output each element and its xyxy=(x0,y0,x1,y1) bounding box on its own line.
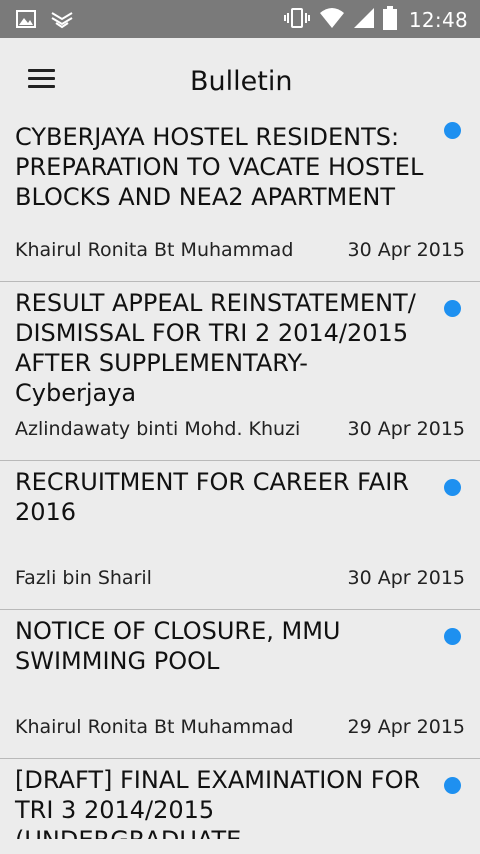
unread-dot xyxy=(444,628,461,645)
unread-dot xyxy=(444,777,461,794)
signal-icon xyxy=(353,7,375,33)
status-bar: 12:48 xyxy=(0,0,480,38)
image-icon xyxy=(16,9,36,33)
cast-icon xyxy=(50,9,74,33)
bulletin-date: 30 Apr 2015 xyxy=(347,239,465,261)
app-bar: Bulletin xyxy=(0,38,480,124)
bulletin-list: CYBERJAYA HOSTEL RESIDENTS: PREPARATION … xyxy=(0,116,480,839)
battery-icon xyxy=(382,6,397,34)
bulletin-author: Khairul Ronita Bt Muhammad xyxy=(15,239,294,261)
unread-dot xyxy=(444,122,461,139)
bulletin-title: [DRAFT] FINAL EXAMINATION FOR TRI 3 2014… xyxy=(15,766,421,839)
hamburger-menu-icon[interactable] xyxy=(22,64,60,94)
bulletin-title: CYBERJAYA HOSTEL RESIDENTS: PREPARATION … xyxy=(15,123,424,211)
bulletin-item[interactable]: RECRUITMENT FOR CAREER FAIR 2016 Fazli b… xyxy=(0,461,480,610)
bulletin-date: 30 Apr 2015 xyxy=(347,418,465,440)
unread-dot xyxy=(444,479,461,496)
bulletin-date: 29 Apr 2015 xyxy=(347,716,465,738)
status-time: 12:48 xyxy=(408,8,468,32)
bulletin-title: RECRUITMENT FOR CAREER FAIR 2016 xyxy=(15,468,409,526)
page-title: Bulletin xyxy=(190,66,293,97)
bulletin-date: 30 Apr 2015 xyxy=(347,567,465,589)
bulletin-item[interactable]: NOTICE OF CLOSURE, MMU SWIMMING POOL Kha… xyxy=(0,610,480,759)
bulletin-author: Azlindawaty binti Mohd. Khuzi xyxy=(15,418,301,440)
bulletin-author: Khairul Ronita Bt Muhammad xyxy=(15,716,294,738)
vibrate-icon xyxy=(283,7,311,33)
bulletin-item[interactable]: RESULT APPEAL REINSTATEMENT/ DISMISSAL F… xyxy=(0,282,480,461)
wifi-icon xyxy=(319,7,345,33)
bulletin-author: Fazli bin Sharil xyxy=(15,567,152,589)
unread-dot xyxy=(444,300,461,317)
bulletin-title: RESULT APPEAL REINSTATEMENT/ DISMISSAL F… xyxy=(15,289,416,407)
bulletin-title: NOTICE OF CLOSURE, MMU SWIMMING POOL xyxy=(15,617,341,675)
bulletin-item[interactable]: CYBERJAYA HOSTEL RESIDENTS: PREPARATION … xyxy=(0,116,480,282)
bulletin-item[interactable]: [DRAFT] FINAL EXAMINATION FOR TRI 3 2014… xyxy=(0,759,480,839)
